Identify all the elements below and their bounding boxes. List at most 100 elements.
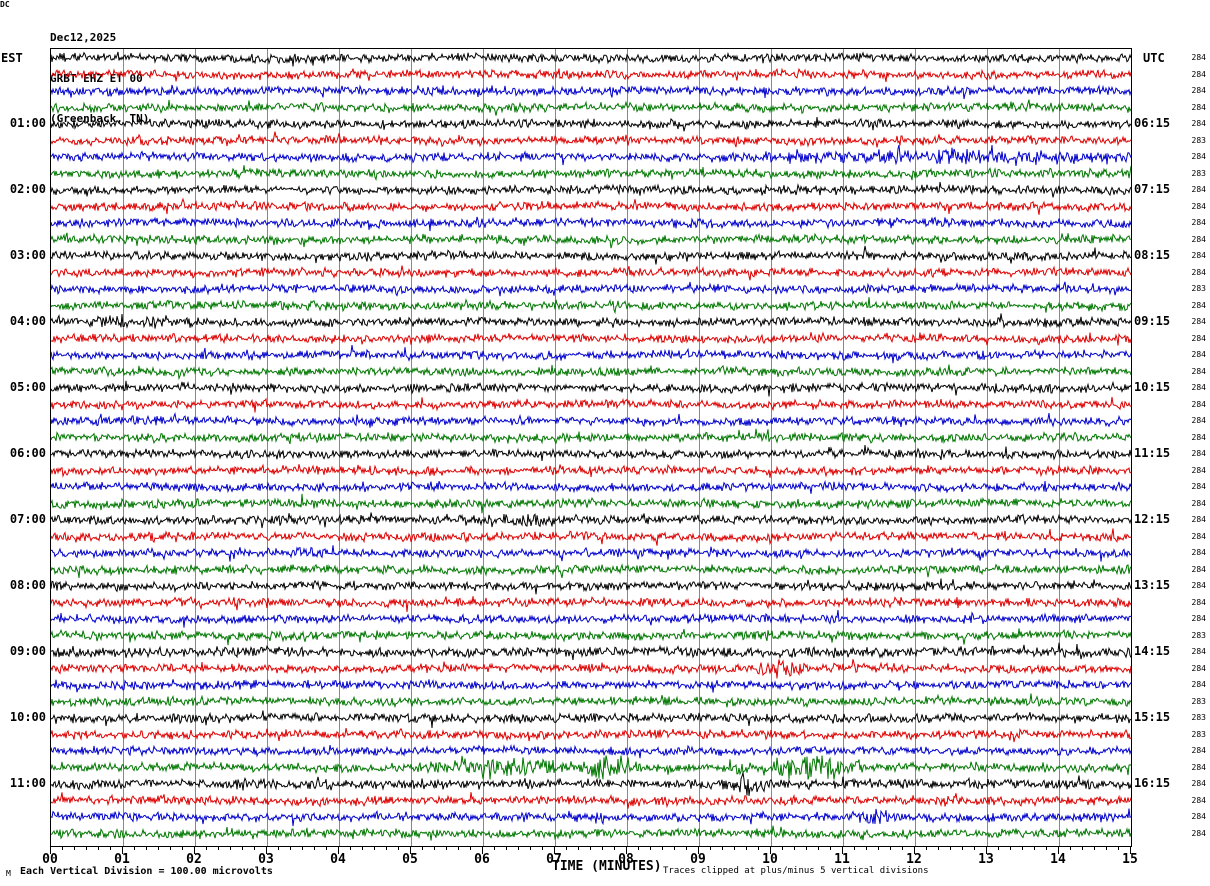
dc-offset-value: 284 [1191,234,1206,244]
seismo-trace [51,578,1131,595]
watermark-mark: M [6,869,11,878]
date-title: Dec12,2025 [50,31,117,44]
seismo-trace [51,165,1131,182]
dc-offset-value: 284 [1191,383,1206,392]
dc-offset-value: 284 [1191,69,1206,79]
dc-offset-value: 284 [1191,564,1206,574]
left-time-label: 06:00 [9,446,46,460]
seismo-trace [51,428,1131,445]
dc-offset-value: 283 [1191,729,1206,739]
seismo-trace [51,216,1131,232]
left-time-label: 11:00 [9,776,46,790]
seismo-trace [51,67,1131,82]
dc-offset-value: 284 [1191,300,1206,310]
heliplot-page: Dec12,2025 GRBT EHZ ET 00 (Greenback, TN… [0,0,1210,886]
minute-tick-label: 05 [402,852,418,867]
seismo-trace [51,265,1131,281]
minute-tick-label: 03 [258,852,274,867]
seismo-trace [51,678,1131,693]
left-time-label: 08:00 [9,578,46,592]
dc-offset-value: 284 [1191,614,1206,623]
dc-offset-value: 284 [1191,317,1206,326]
seismo-trace [51,642,1131,661]
left-time-label: 02:00 [9,182,46,196]
seismo-trace [51,595,1131,612]
seismo-trace [51,99,1131,116]
dc-offset-value: 284 [1191,597,1206,607]
dc-offset-value: 284 [1191,828,1206,838]
dc-offset-value: 284 [1191,218,1206,227]
dc-offset-value: 284 [1191,399,1206,409]
seismo-trace [51,232,1131,249]
seismo-trace [51,117,1131,132]
seismo-trace [51,727,1131,743]
seismogram-plot [50,48,1132,847]
dc-offset-value: 284 [1191,482,1206,491]
right-time-label: 15:15 [1134,710,1171,724]
dc-offset-value: 284 [1191,498,1206,508]
dc-offset-value: 284 [1191,465,1206,475]
dc-offset-value: 284 [1191,333,1206,343]
seismo-trace [51,331,1131,346]
dc-column-label: DC [0,0,10,9]
minute-tick-label: 10 [762,852,778,867]
seismo-trace [51,659,1131,679]
minute-tick-label: 01 [114,852,130,867]
right-time-label: 14:15 [1134,644,1171,658]
dc-offset-value: 284 [1191,185,1206,194]
minute-tick-label: 15 [1122,852,1138,867]
seismo-trace [51,628,1131,646]
seismo-trace [51,493,1131,514]
dc-offset-value: 284 [1191,812,1206,821]
dc-offset-value: 284 [1191,152,1206,161]
dc-offset-value: 284 [1191,762,1206,772]
dc-offset-value: 283 [1191,284,1206,293]
left-time-label: 07:00 [9,512,46,526]
seismo-trace [51,245,1131,265]
seismo-trace [51,131,1131,148]
left-axis-label: EST [1,51,23,65]
left-time-label: 01:00 [9,116,46,130]
seismo-trace [51,512,1131,529]
seismo-trace [51,364,1131,381]
dc-offset-value: 283 [1191,630,1206,640]
seismo-trace [51,380,1131,397]
x-axis-title: TIME (MINUTES) [552,859,662,874]
seismo-trace [51,710,1131,729]
dc-offset-value: 284 [1191,53,1206,62]
minute-tick-label: 00 [42,852,58,867]
seismo-trace [51,545,1131,562]
minute-tick-label: 06 [474,852,490,867]
seismo-trace [51,412,1131,428]
seismo-trace [51,313,1131,329]
right-axis-label: UTC [1143,51,1165,65]
dc-offset-value: 284 [1191,531,1206,541]
right-time-label: 16:15 [1134,776,1171,790]
dc-offset-value: 284 [1191,680,1206,689]
seismo-trace [51,825,1131,841]
minute-tick-label: 09 [690,852,706,867]
left-time-label: 05:00 [9,380,46,394]
seismo-trace [51,772,1131,796]
minute-tick-label: 13 [978,852,994,867]
trace-canvas [51,49,1131,846]
right-time-label: 11:15 [1134,446,1171,460]
seismo-trace [51,297,1131,315]
left-time-label: 10:00 [9,710,46,724]
seismo-trace [51,744,1131,759]
seismo-trace [51,528,1131,546]
seismo-trace [51,463,1131,478]
minute-tick-label: 02 [186,852,202,867]
seismo-trace [51,197,1131,215]
right-time-label: 09:15 [1134,314,1171,328]
dc-offset-value: 284 [1191,548,1206,557]
seismo-trace [51,444,1131,462]
dc-offset-value: 284 [1191,267,1206,277]
dc-offset-value: 284 [1191,647,1206,656]
seismo-trace [51,479,1131,494]
dc-offset-value: 284 [1191,581,1206,590]
dc-offset-value: 284 [1191,432,1206,442]
minute-tick-label: 11 [834,852,850,867]
right-time-label: 12:15 [1134,512,1171,526]
seismo-trace [51,693,1131,709]
